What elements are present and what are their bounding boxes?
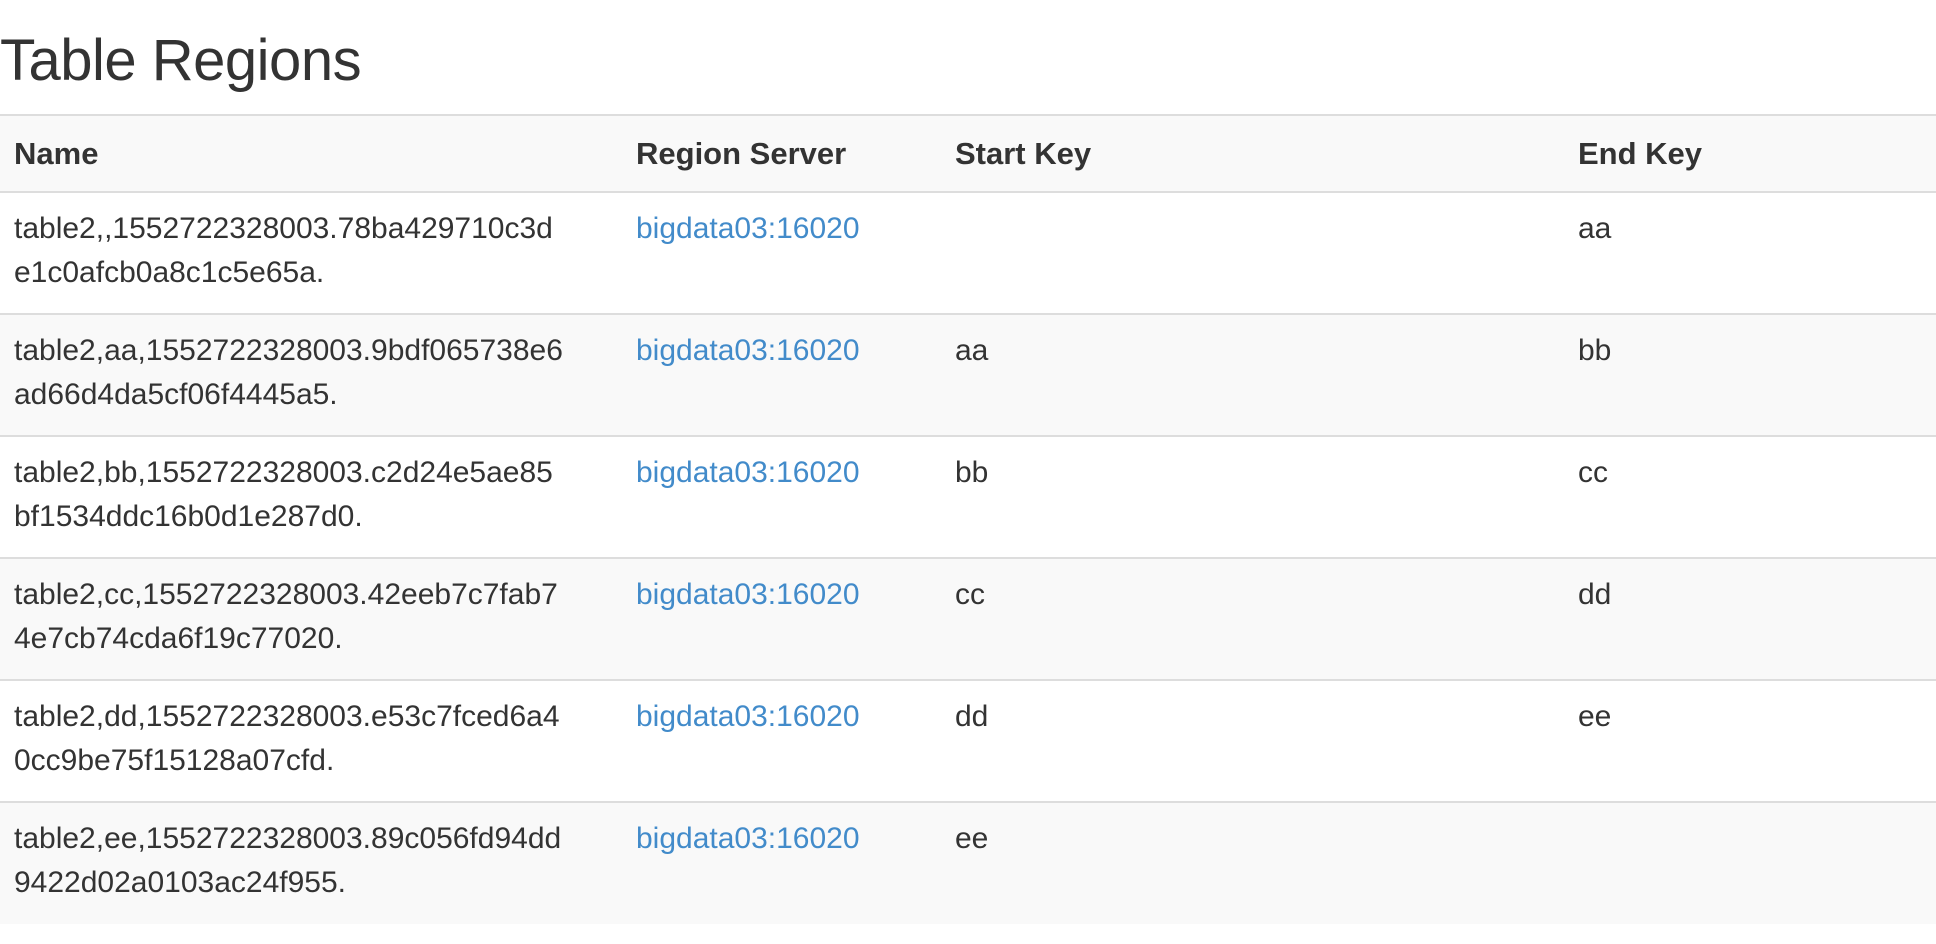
region-server-cell: bigdata03:16020 [622,314,941,436]
table-row: table2,cc,1552722328003.42eeb7c7fab7 4e7… [0,558,1936,680]
table-row: table2,dd,1552722328003.e53c7fced6a4 0cc… [0,680,1936,802]
column-header-region-server[interactable]: Region Server [622,115,941,192]
region-name-line: ad66d4da5cf06f4445a5. [14,378,338,411]
table-row: table2,ee,1552722328003.89c056fd94dd 942… [0,802,1936,924]
region-name-cell: table2,aa,1552722328003.9bdf065738e6 ad6… [0,314,622,436]
end-key-cell: aa [1578,212,1612,245]
region-name-line: table2,dd,1552722328003.e53c7fced6a4 [14,700,560,733]
region-name-line: table2,cc,1552722328003.42eeb7c7fab7 [14,578,558,611]
region-server-link[interactable]: bigdata03:16020 [636,578,860,611]
end-key-cell: dd [1578,578,1612,611]
end-key-cell: cc [1578,456,1608,489]
column-header-end-key[interactable]: End Key [1564,115,1936,192]
region-name-cell: table2,cc,1552722328003.42eeb7c7fab7 4e7… [0,558,622,680]
table-row: table2,aa,1552722328003.9bdf065738e6 ad6… [0,314,1936,436]
region-name-line: bf1534ddc16b0d1e287d0. [14,500,363,533]
region-name-line: e1c0afcb0a8c1c5e65a. [14,256,325,289]
region-server-link[interactable]: bigdata03:16020 [636,456,860,489]
table-row: table2,bb,1552722328003.c2d24e5ae85 bf15… [0,436,1936,558]
region-name-cell: table2,bb,1552722328003.c2d24e5ae85 bf15… [0,436,622,558]
region-name-line: table2,aa,1552722328003.9bdf065738e6 [14,334,563,367]
region-server-link[interactable]: bigdata03:16020 [636,822,860,855]
region-server-cell: bigdata03:16020 [622,558,941,680]
region-name-line: table2,,1552722328003.78ba429710c3d [14,212,553,245]
table-header-row: Name Region Server Start Key End Key [0,115,1936,192]
region-name-line: table2,bb,1552722328003.c2d24e5ae85 [14,456,553,489]
region-server-link[interactable]: bigdata03:16020 [636,334,860,367]
start-key-cell [941,192,1564,314]
start-key-cell: ee [955,822,989,855]
region-name-cell: table2,,1552722328003.78ba429710c3d e1c0… [0,192,622,314]
region-name-line: 9422d02a0103ac24f955. [14,866,346,899]
end-key-cell [1564,802,1936,924]
column-header-name[interactable]: Name [0,115,622,192]
region-server-cell: bigdata03:16020 [622,436,941,558]
end-key-cell: bb [1578,334,1612,367]
region-server-cell: bigdata03:16020 [622,802,941,924]
region-name-line: table2,ee,1552722328003.89c056fd94dd [14,822,562,855]
end-key-cell: ee [1578,700,1612,733]
region-name-line: 4e7cb74cda6f19c77020. [14,622,343,655]
region-server-cell: bigdata03:16020 [622,192,941,314]
table-row: table2,,1552722328003.78ba429710c3d e1c0… [0,192,1936,314]
start-key-cell: aa [955,334,989,367]
column-header-start-key[interactable]: Start Key [941,115,1564,192]
region-server-cell: bigdata03:16020 [622,680,941,802]
region-name-line: 0cc9be75f15128a07cfd. [14,744,335,777]
region-name-cell: table2,dd,1552722328003.e53c7fced6a4 0cc… [0,680,622,802]
region-server-link[interactable]: bigdata03:16020 [636,700,860,733]
start-key-cell: dd [955,700,989,733]
table-regions-page: Table Regions Name Region Server Start K… [0,0,1936,944]
regions-table: Name Region Server Start Key End Key tab… [0,114,1936,924]
region-name-cell: table2,ee,1552722328003.89c056fd94dd 942… [0,802,622,924]
start-key-cell: bb [955,456,989,489]
region-server-link[interactable]: bigdata03:16020 [636,212,860,245]
start-key-cell: cc [955,578,985,611]
page-title: Table Regions [0,28,362,93]
